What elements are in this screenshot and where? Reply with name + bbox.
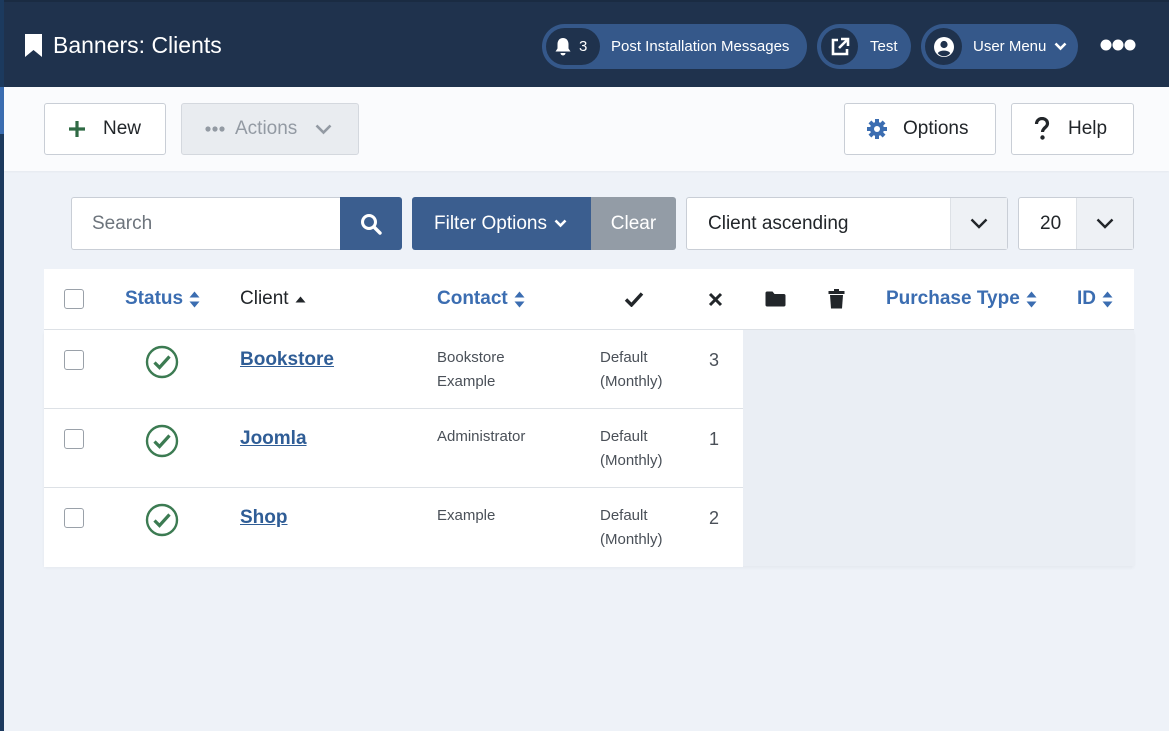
- column-trashed: [828, 269, 845, 329]
- table-header: Status Client Contact Purchase Type ID: [44, 269, 1134, 330]
- list-limit-arrow: [1076, 198, 1133, 249]
- client-link[interactable]: Shop: [240, 507, 288, 529]
- bell-icon: [555, 37, 571, 55]
- check-icon: [624, 292, 644, 307]
- search-button[interactable]: [340, 197, 402, 250]
- contact-name: Administrator: [437, 428, 526, 445]
- chevron-down-icon: [554, 219, 567, 228]
- column-contact-label: Contact: [437, 288, 508, 309]
- chevron-down-icon: [315, 124, 332, 134]
- column-id[interactable]: ID: [1077, 269, 1113, 329]
- contact-name: Bookstore Example: [437, 349, 505, 390]
- trash-icon: [828, 289, 845, 309]
- purchase-type: Default (Monthly): [600, 428, 663, 469]
- gear-icon: [867, 119, 887, 139]
- table-row: Joomla Administrator Default (Monthly) 1: [44, 409, 743, 488]
- times-icon: [708, 292, 723, 306]
- chevron-down-icon: [1096, 218, 1114, 229]
- client-link[interactable]: Joomla: [240, 428, 307, 450]
- user-avatar: [925, 28, 962, 65]
- user-icon: [933, 36, 954, 57]
- column-contact[interactable]: Contact: [437, 269, 525, 329]
- options-label: Options: [903, 118, 969, 139]
- clear-label: Clear: [610, 212, 657, 234]
- sort-icon: [1102, 291, 1113, 307]
- search-icon: [361, 213, 382, 235]
- sort-icon: [514, 291, 525, 307]
- question-icon: [1034, 117, 1050, 140]
- help-label: Help: [1068, 118, 1108, 139]
- list-limit-value: 20: [1040, 212, 1062, 234]
- column-unpublished: [708, 269, 723, 329]
- table-row: Shop Example Default (Monthly) 2: [44, 488, 743, 567]
- check-circle-icon[interactable]: [145, 345, 179, 379]
- plus-icon: [69, 121, 85, 137]
- app-header: Banners: Clients 3 Post Installation Mes…: [4, 0, 1169, 87]
- post-install-label: Post Installation Messages: [611, 38, 790, 55]
- page-title-wrap: Banners: Clients: [24, 32, 222, 59]
- sort-icon: [189, 291, 200, 307]
- column-status[interactable]: Status: [125, 269, 200, 329]
- new-label: New: [103, 118, 142, 139]
- column-client[interactable]: Client: [240, 269, 306, 329]
- client-link[interactable]: Bookstore: [240, 349, 334, 371]
- test-label: Test: [870, 38, 898, 55]
- contact-name: Example: [437, 507, 496, 524]
- row-id: 1: [709, 429, 720, 449]
- help-button[interactable]: Help: [1011, 103, 1134, 155]
- list-limit-select[interactable]: 20: [1018, 197, 1134, 250]
- test-site-link[interactable]: Test: [817, 24, 911, 69]
- clear-button[interactable]: Clear: [591, 197, 676, 250]
- purchase-type: Default (Monthly): [600, 349, 663, 390]
- sort-icon: [1026, 291, 1037, 307]
- dots-icon: [205, 126, 225, 132]
- purchase-type: Default (Monthly): [600, 507, 663, 548]
- column-purchase-type[interactable]: Purchase Type: [886, 269, 1037, 329]
- column-purchase-type-label: Purchase Type: [886, 288, 1020, 309]
- check-circle-icon[interactable]: [145, 503, 179, 537]
- external-circle: [821, 28, 858, 65]
- notification-badge: 3: [546, 28, 600, 65]
- notification-count: 3: [579, 38, 588, 55]
- table-row: Bookstore Bookstore Example Default (Mon…: [44, 330, 743, 409]
- filter-options-label: Filter Options: [434, 212, 547, 234]
- actions-button[interactable]: Actions: [181, 103, 359, 155]
- sort-select-value: Client ascending: [708, 212, 849, 234]
- select-all-checkbox[interactable]: [64, 289, 84, 309]
- external-link-icon: [831, 37, 849, 55]
- row-id: 2: [709, 508, 720, 528]
- page-title: Banners: Clients: [53, 32, 222, 58]
- chevron-down-icon: [970, 218, 988, 229]
- column-client-label: Client: [240, 288, 289, 309]
- table-body: Bookstore Bookstore Example Default (Mon…: [44, 330, 1134, 567]
- row-checkbox[interactable]: [64, 350, 84, 370]
- post-install-messages-button[interactable]: 3 Post Installation Messages: [542, 24, 807, 69]
- user-menu-label: User Menu: [973, 38, 1047, 55]
- sort-asc-icon: [295, 296, 306, 302]
- row-checkbox[interactable]: [64, 508, 84, 528]
- user-menu-button[interactable]: User Menu: [921, 24, 1078, 69]
- more-icon[interactable]: [1100, 38, 1136, 52]
- column-published: [624, 269, 644, 329]
- search-input[interactable]: [71, 197, 341, 250]
- column-status-label: Status: [125, 288, 184, 309]
- bookmark-icon: [25, 34, 42, 57]
- sort-select-arrow: [950, 198, 1007, 249]
- actions-label: Actions: [235, 118, 298, 139]
- folder-icon: [765, 291, 786, 307]
- new-button[interactable]: New: [44, 103, 166, 155]
- column-archived: [765, 269, 786, 329]
- check-circle-icon[interactable]: [145, 424, 179, 458]
- filter-options-button[interactable]: Filter Options: [412, 197, 592, 250]
- chevron-down-icon: [1054, 42, 1067, 51]
- column-id-label: ID: [1077, 288, 1096, 309]
- toolbar: New Actions Options Help: [4, 87, 1169, 171]
- row-id: 3: [709, 350, 720, 370]
- options-button[interactable]: Options: [844, 103, 996, 155]
- sort-select[interactable]: Client ascending: [686, 197, 1008, 250]
- row-checkbox[interactable]: [64, 429, 84, 449]
